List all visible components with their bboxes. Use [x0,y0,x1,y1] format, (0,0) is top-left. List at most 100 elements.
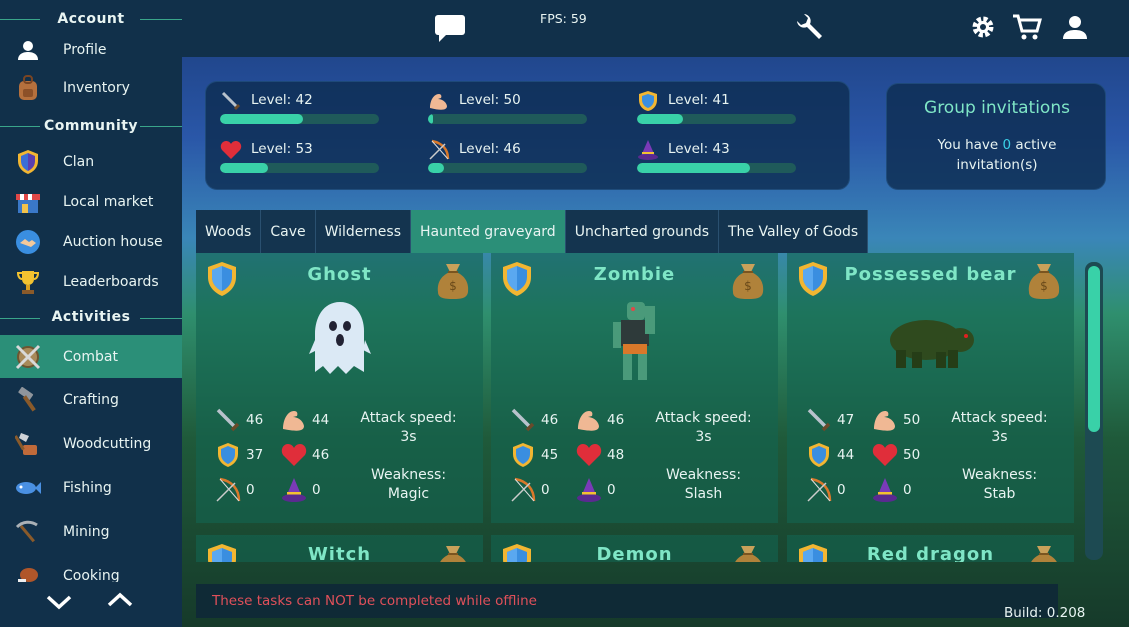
sidebar-item-clan[interactable]: Clan [0,142,182,182]
sidebar-item-local-market[interactable]: Local market [0,182,182,222]
sidebar-item-label: Woodcutting [63,436,152,452]
monster-name: Red dragon [866,544,995,562]
strength-arm-icon [428,90,450,112]
wrench-icon [797,14,822,39]
tab-haunted-graveyard[interactable]: Haunted graveyard [411,210,566,253]
chat-button[interactable] [433,13,467,43]
section-account-title: Account [57,11,125,27]
offline-warning-bar: These tasks can NOT be completed while o… [196,584,1058,618]
sidebar-scroll-controls [0,582,182,627]
defense-shield-icon [509,441,537,469]
monster-stat-mag: 0 [871,476,912,504]
monster-card-zombie[interactable]: $ Zombie 46 46 45 48 0 0 Attack speed: 3s Weakness… [491,253,778,523]
scroll-down-button[interactable] [45,592,73,612]
sword-icon [805,406,833,434]
group-invitations-panel[interactable]: Group invitations You have 0 active invi… [886,83,1106,190]
tab-uncharted-grounds[interactable]: Uncharted grounds [566,210,719,253]
settings-button[interactable] [970,14,996,40]
tab-wilderness[interactable]: Wilderness [316,210,412,253]
monster-name: Ghost [307,264,372,285]
handshake-icon [13,227,43,257]
shop-button[interactable] [1012,13,1042,41]
monster-stat-atk: 46 [509,406,558,434]
wizard-hat-icon [280,476,308,504]
stat-attack: Level: 42 [220,90,380,130]
top-bar: FPS: 59 [182,0,1129,57]
pickaxe-icon [13,517,43,547]
fps-counter: FPS: 59 [540,11,587,26]
sidebar-item-profile[interactable]: Profile [0,30,182,70]
sword-icon [509,406,537,434]
monster-stat-def: 44 [805,441,854,469]
bow-icon [428,139,450,161]
zombie-sprite [612,302,655,380]
defense-shield-icon [805,441,833,469]
sidebar-item-leaderboards[interactable]: Leaderboards [0,262,182,302]
stat-defense: Level: 41 [637,90,797,130]
invitation-count: 0 [1002,137,1012,153]
sidebar-item-label: Profile [63,42,107,58]
progress-bar [637,114,796,124]
monster-name: Demon [596,544,673,562]
chevron-down-icon [46,595,72,610]
monster-card-ghost[interactable]: $ Ghost 46 44 37 46 0 0 Attack speed: 3s Weakness:… [196,253,483,523]
defense-shield-icon [214,441,242,469]
wizard-hat-icon [871,476,899,504]
section-community-title: Community [43,118,139,134]
backpack-icon [13,73,43,103]
sidebar-item-crafting[interactable]: Crafting [0,380,182,420]
sidebar-item-combat[interactable]: Combat [0,335,182,378]
sidebar-item-auction-house[interactable]: Auction house [0,222,182,262]
sidebar-item-label: Crafting [63,392,119,408]
strength-arm-icon [871,406,899,434]
sidebar-item-fishing[interactable]: Fishing [0,468,182,508]
weakness: Weakness: Slash [665,467,742,502]
sidebar-item-label: Leaderboards [63,274,159,290]
monster-stat-hp: 50 [871,441,920,469]
attack-speed: Attack speed: 3s [655,410,752,445]
chevron-up-icon [107,592,133,607]
meat-icon [13,561,43,582]
tab-valley-of-gods[interactable]: The Valley of Gods [719,210,869,253]
stat-magic: Level: 43 [637,139,797,179]
sidebar-item-woodcutting[interactable]: Woodcutting [0,424,182,464]
sidebar-item-inventory[interactable]: Inventory [0,68,182,108]
tab-cave[interactable]: Cave [261,210,316,253]
ghost-sprite [308,302,371,374]
progress-bar [220,114,379,124]
combat-stats-panel: Level: 42 Level: 50 Level: 41 Level: 53 … [205,81,850,190]
monster-stat-str: 46 [575,406,624,434]
scrollbar-thumb[interactable] [1088,266,1100,432]
market-stall-icon [13,187,43,217]
sidebar-item-cooking[interactable]: Cooking [0,556,182,582]
sidebar-item-mining[interactable]: Mining [0,512,182,552]
wizard-hat-icon [637,139,659,161]
stat-ranged: Level: 46 [428,139,588,179]
progress-bar [637,163,796,173]
monster-card-witch[interactable]: $Witch [196,535,483,562]
progress-bar [220,163,379,173]
monster-card-possessed-bear[interactable]: $ Possessed bear 47 50 44 50 0 0 Attack speed: 3s… [787,253,1074,523]
profile-button[interactable] [1062,14,1088,40]
monster-name: Witch [307,544,372,562]
monster-stat-def: 37 [214,441,263,469]
scroll-up-button[interactable] [106,590,134,610]
sidebar: Account Profile Inventory Community Clan… [0,0,182,627]
bow-icon [214,476,242,504]
wrench-button[interactable] [793,13,823,43]
monster-image [491,297,778,387]
monster-stat-def: 45 [509,441,558,469]
tab-woods[interactable]: Woods [196,210,262,253]
monster-stat-rng: 0 [214,476,255,504]
sidebar-item-label: Combat [63,348,118,365]
monster-card-demon[interactable]: $Demon [491,535,778,562]
strength-arm-icon [575,406,603,434]
wizard-hat-icon [575,476,603,504]
monster-name: Zombie [593,264,676,285]
heart-icon [575,441,603,469]
monster-stat-mag: 0 [280,476,321,504]
cards-scrollbar[interactable] [1085,262,1103,560]
monster-card-red-dragon[interactable]: $Red dragon [787,535,1074,562]
heart-icon [871,441,899,469]
progress-bar [428,163,587,173]
